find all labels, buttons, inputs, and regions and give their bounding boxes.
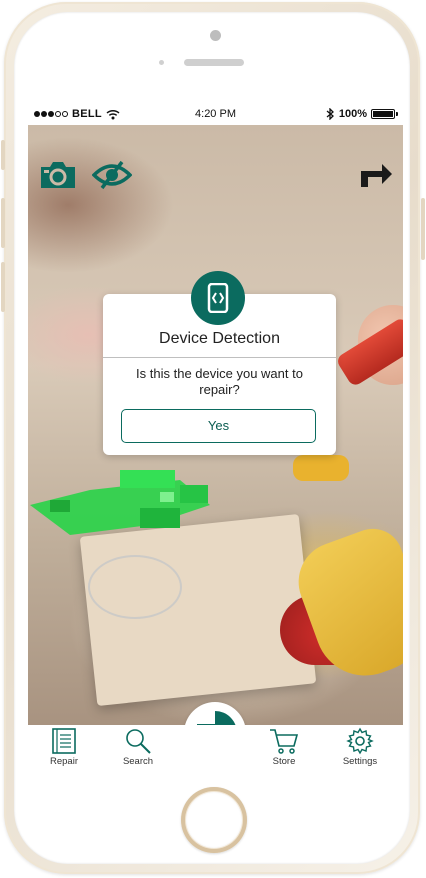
yellow-cap-image bbox=[293, 455, 349, 481]
tab-label: Repair bbox=[50, 756, 78, 767]
volume-up-button bbox=[1, 198, 5, 248]
tab-label: Settings bbox=[342, 756, 378, 767]
front-camera bbox=[210, 30, 221, 41]
tab-search[interactable]: Search bbox=[108, 725, 168, 773]
dialog-divider bbox=[103, 357, 336, 358]
device-detection-icon bbox=[191, 271, 245, 325]
dialog-message: Is this the device you want to repair? bbox=[136, 366, 303, 397]
eye-toggle-icon[interactable] bbox=[92, 159, 132, 191]
tab-bar: Repair Search Store Settings bbox=[28, 725, 403, 773]
tab-label: Search bbox=[122, 756, 154, 767]
earpiece-speaker bbox=[184, 59, 244, 66]
tab-settings[interactable]: Settings bbox=[330, 725, 390, 773]
share-icon[interactable] bbox=[358, 159, 394, 191]
tab-store[interactable]: Store bbox=[254, 725, 314, 773]
yes-button[interactable]: Yes bbox=[121, 409, 316, 443]
tab-label: Store bbox=[272, 756, 296, 767]
battery-percentage: 100% bbox=[338, 108, 367, 120]
camera-icon[interactable] bbox=[38, 159, 78, 191]
detected-device-highlight[interactable] bbox=[30, 470, 210, 540]
gear-icon bbox=[346, 727, 374, 755]
power-button bbox=[421, 198, 425, 260]
cart-icon bbox=[270, 729, 299, 754]
bluetooth-icon bbox=[326, 108, 334, 120]
battery-icon bbox=[371, 109, 398, 119]
app-screen: BELL 4:20 PM 100% Device Detection Is th… bbox=[28, 105, 403, 773]
wire-image bbox=[88, 555, 182, 619]
repair-manual-icon bbox=[52, 728, 76, 754]
tab-repair[interactable]: Repair bbox=[34, 725, 94, 773]
proximity-sensor bbox=[159, 60, 164, 65]
dialog-title: Device Detection bbox=[159, 330, 280, 347]
mute-switch bbox=[1, 140, 5, 170]
volume-down-button bbox=[1, 262, 5, 312]
status-bar: BELL 4:20 PM 100% bbox=[28, 105, 403, 125]
search-icon bbox=[126, 729, 151, 754]
home-button[interactable] bbox=[181, 787, 247, 853]
